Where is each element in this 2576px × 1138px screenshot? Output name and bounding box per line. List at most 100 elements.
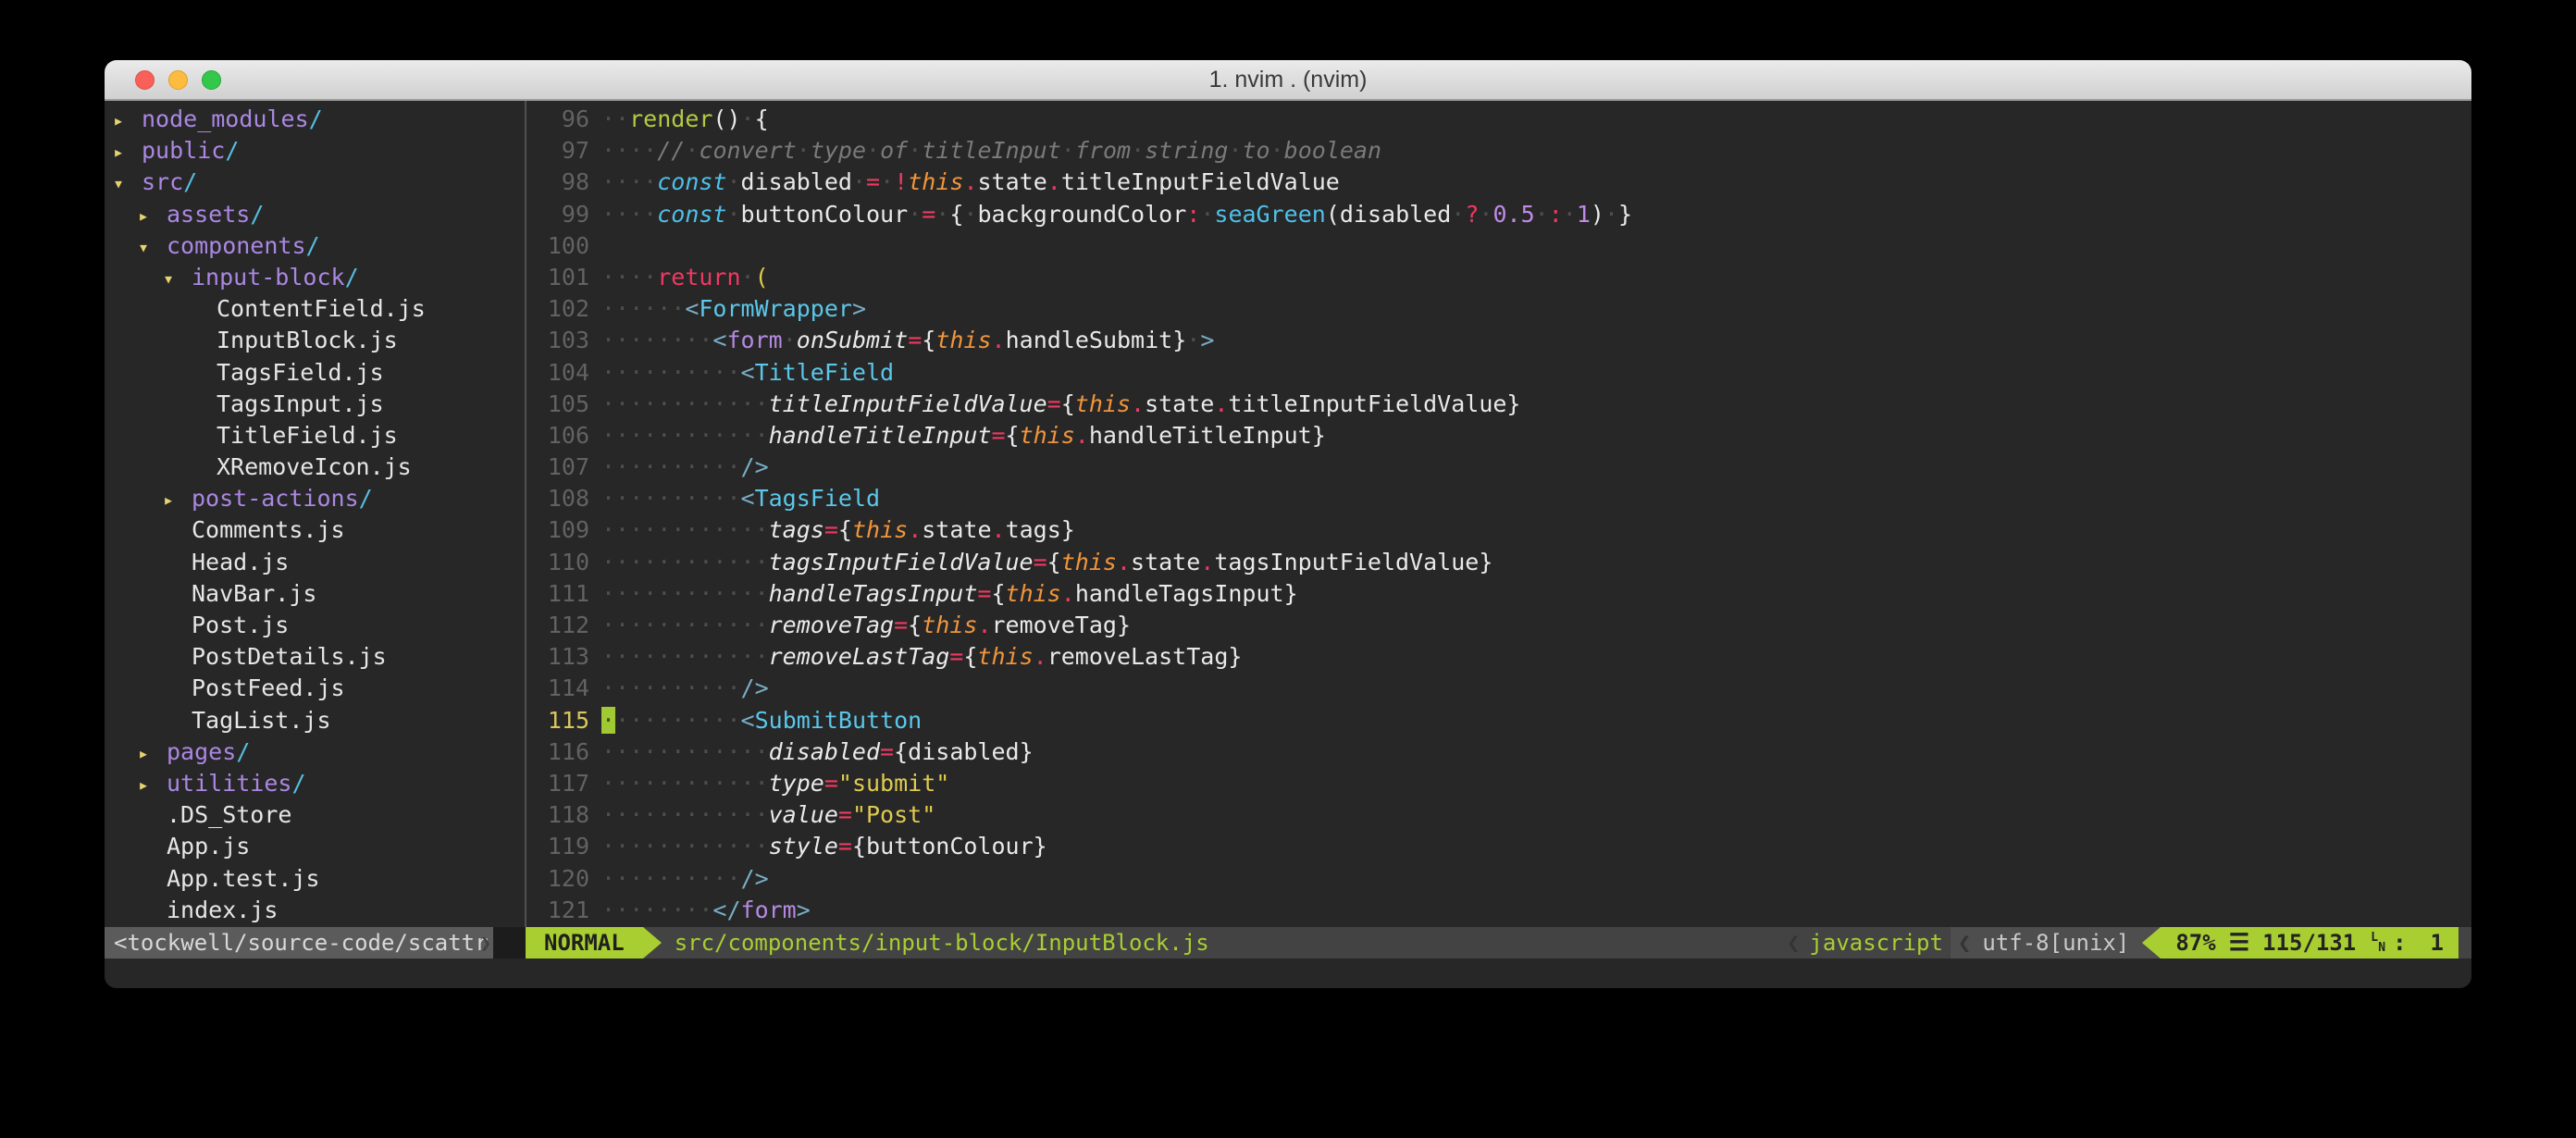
code-line[interactable]: 99····const·buttonColour·=·{·backgroundC… — [526, 199, 2471, 230]
tree-item[interactable]: TagList.js — [105, 705, 525, 736]
code-line[interactable]: 109············tags={this.state.tags} — [526, 514, 2471, 546]
code-token: ············ — [601, 580, 769, 607]
code-line[interactable]: 121········</form> — [526, 895, 2471, 926]
tree-item[interactable]: TagsInput.js — [105, 389, 525, 420]
chevron-right-icon[interactable]: ▸ — [113, 136, 130, 167]
code-token: handleSubmit — [1006, 327, 1173, 353]
chevron-right-icon[interactable]: ▸ — [138, 200, 155, 231]
tree-item[interactable]: index.js — [105, 895, 525, 926]
tree-item[interactable]: NavBar.js — [105, 578, 525, 610]
code-line[interactable]: 118············value="Post" — [526, 799, 2471, 831]
tree-item[interactable]: ▸public/ — [105, 135, 525, 167]
tree-item[interactable]: PostFeed.js — [105, 673, 525, 704]
code-line[interactable]: 100 — [526, 230, 2471, 262]
chevron-right-icon[interactable]: ▸ — [138, 769, 155, 800]
tree-item[interactable]: ▾components/ — [105, 230, 525, 262]
tree-item[interactable]: ▸utilities/ — [105, 768, 525, 799]
chevron-down-icon[interactable]: ▾ — [138, 231, 155, 263]
code-line[interactable]: 112············removeTag={this.removeTag… — [526, 610, 2471, 641]
code-line[interactable]: 102······<FormWrapper> — [526, 293, 2471, 325]
code-line[interactable]: 101····return·( — [526, 262, 2471, 293]
tree-item[interactable]: ▸assets/ — [105, 199, 525, 230]
tree-item[interactable]: ▸node_modules/ — [105, 104, 525, 135]
tree-item[interactable]: App.test.js — [105, 863, 525, 895]
filetype-indicator: javascript — [1807, 927, 1951, 959]
code-token: this — [922, 612, 977, 638]
code-token: · — [783, 327, 797, 353]
code-token: ) — [1591, 201, 1604, 228]
tree-item[interactable]: InputBlock.js — [105, 325, 525, 356]
code-token: } — [1172, 327, 1186, 353]
terminal-content: ▸node_modules/▸public/▾src/▸assets/▾comp… — [105, 101, 2471, 927]
code-line[interactable]: 110············tagsInputFieldValue={this… — [526, 547, 2471, 578]
code-line[interactable]: 115··········<SubmitButton — [526, 705, 2471, 736]
code-line[interactable]: 98····const·disabled·=·!this.state.title… — [526, 167, 2471, 198]
code-line[interactable]: 117············type="submit" — [526, 768, 2471, 799]
tree-item[interactable]: TitleField.js — [105, 420, 525, 451]
tree-item[interactable]: ▸pages/ — [105, 736, 525, 768]
tree-item[interactable]: .DS_Store — [105, 799, 525, 831]
tree-item[interactable]: Comments.js — [105, 514, 525, 546]
code-text: ········</form> — [601, 895, 2471, 926]
code-token: { — [949, 201, 963, 228]
code-token: · — [1604, 201, 1618, 228]
tree-item[interactable]: ▸post-actions/ — [105, 483, 525, 514]
code-line[interactable]: 108··········<TagsField — [526, 483, 2471, 514]
command-line[interactable] — [105, 959, 2471, 988]
terminal-window: 1. nvim . (nvim) ▸node_modules/▸public/▾… — [105, 60, 2471, 988]
code-line[interactable]: 114··········/> — [526, 673, 2471, 704]
tree-item[interactable]: Head.js — [105, 547, 525, 578]
chevron-right-icon[interactable]: ▸ — [138, 737, 155, 769]
code-line[interactable]: 103········<form·onSubmit={this.handleSu… — [526, 325, 2471, 356]
tree-item[interactable]: App.js — [105, 831, 525, 862]
code-token: this — [1061, 549, 1117, 575]
menu-icon: ☰ — [2229, 927, 2249, 959]
code-line[interactable]: 97····//·convert·type·of·titleInput·from… — [526, 135, 2471, 167]
code-line[interactable]: 106············handleTitleInput={this.ha… — [526, 420, 2471, 451]
code-text: ············tagsInputFieldValue={this.st… — [601, 547, 2471, 578]
chevron-down-icon[interactable]: ▾ — [113, 167, 130, 199]
code-line[interactable]: 120··········/> — [526, 863, 2471, 895]
code-line[interactable]: 96··render()·{ — [526, 104, 2471, 135]
code-editor[interactable]: 96··render()·{97····//·convert·type·of·t… — [526, 104, 2471, 927]
tree-item[interactable]: PostDetails.js — [105, 641, 525, 673]
powerline-separator-icon — [643, 927, 662, 959]
code-line[interactable]: 105············titleInputFieldValue={thi… — [526, 389, 2471, 420]
code-token: · — [1228, 137, 1242, 164]
code-line[interactable]: 104··········<TitleField — [526, 357, 2471, 389]
tree-dir-slash: / — [309, 105, 323, 132]
chevron-down-icon[interactable]: ▾ — [163, 263, 180, 294]
window-titlebar: 1. nvim . (nvim) — [105, 60, 2471, 101]
mode-indicator: NORMAL — [526, 927, 643, 959]
code-text: ············style={buttonColour} — [601, 831, 2471, 862]
code-token: ············ — [601, 643, 769, 670]
tree-dir-label: assets — [167, 201, 250, 228]
chevron-right-icon[interactable]: ▸ — [163, 484, 180, 515]
code-line[interactable]: 113············removeLastTag={this.remov… — [526, 641, 2471, 673]
code-token: < — [741, 707, 755, 734]
code-token: { — [991, 580, 1005, 607]
tree-item[interactable]: XRemoveIcon.js — [105, 451, 525, 483]
chevron-right-icon[interactable]: ▸ — [113, 105, 130, 136]
code-token: ·········· — [601, 359, 741, 386]
code-text: ····//·convert·type·of·titleInput·from·s… — [601, 135, 2471, 167]
tree-item[interactable]: ▾input-block/ — [105, 262, 525, 293]
tree-item[interactable]: TagsField.js — [105, 357, 525, 389]
tree-dir-slash: / — [225, 137, 239, 164]
code-token: · — [1535, 201, 1549, 228]
code-line[interactable]: 119············style={buttonColour} — [526, 831, 2471, 862]
code-token: ············ — [601, 422, 769, 449]
line-number: 120 — [526, 863, 601, 895]
tree-item[interactable]: ▾src/ — [105, 167, 525, 198]
code-token: titleInputFieldValue — [769, 390, 1047, 417]
code-token: /> — [741, 674, 769, 701]
tree-item[interactable]: Post.js — [105, 610, 525, 641]
code-line[interactable]: 107··········/> — [526, 451, 2471, 483]
code-token: removeTag — [769, 612, 894, 638]
code-token: render — [629, 105, 712, 132]
code-line[interactable]: 111············handleTagsInput={this.han… — [526, 578, 2471, 610]
code-line[interactable]: 116············disabled={disabled} — [526, 736, 2471, 768]
code-token: disabled — [769, 738, 880, 765]
code-token: . — [992, 516, 1006, 543]
tree-item[interactable]: ContentField.js — [105, 293, 525, 325]
